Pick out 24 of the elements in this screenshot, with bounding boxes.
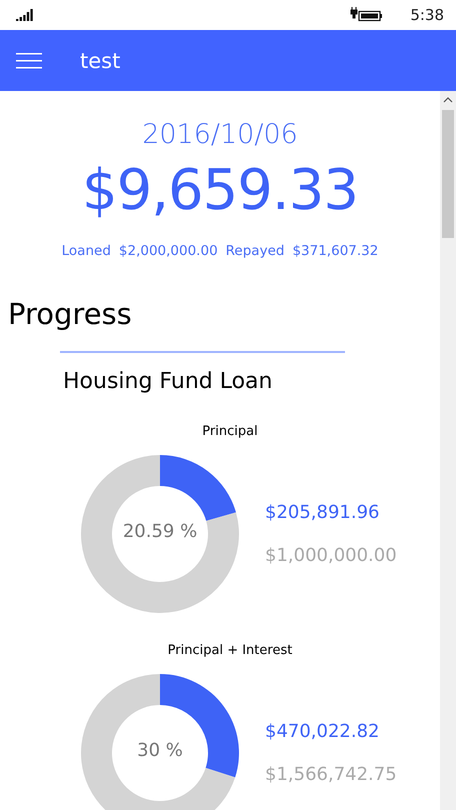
paid-amount: $205,891.96: [265, 502, 381, 523]
chart-label: Principal + Interest: [168, 643, 292, 658]
date-label: 2016/10/06: [142, 119, 298, 150]
menu-icon[interactable]: [16, 50, 44, 70]
clock-time: 5:38: [410, 6, 444, 24]
repayed-value: $371,607.32: [292, 243, 378, 259]
loaned-label: Loaned: [62, 243, 111, 259]
scroll-thumb[interactable]: [442, 110, 454, 238]
section-heading: Progress: [8, 297, 133, 331]
total-amount: $1,000,000.00: [265, 545, 397, 566]
scroll-up-icon[interactable]: [443, 96, 453, 104]
loan-title: Housing Fund Loan: [63, 369, 274, 394]
repayed-label: Repayed: [226, 243, 284, 259]
signal-icon: [16, 9, 34, 21]
amount-value: $9,659.33: [82, 158, 358, 223]
page-title: test: [80, 48, 120, 72]
paid-amount: $470,022.82: [265, 721, 381, 742]
chart-label: Principal: [202, 424, 258, 439]
battery-charging-icon: [350, 7, 384, 23]
total-amount: $1,566,742.75: [265, 764, 397, 785]
percent-label: 20.59 %: [122, 521, 198, 542]
scrollbar[interactable]: [440, 91, 456, 810]
percent-label: 30 %: [136, 740, 184, 761]
loaned-value: $2,000,000.00: [118, 243, 218, 259]
